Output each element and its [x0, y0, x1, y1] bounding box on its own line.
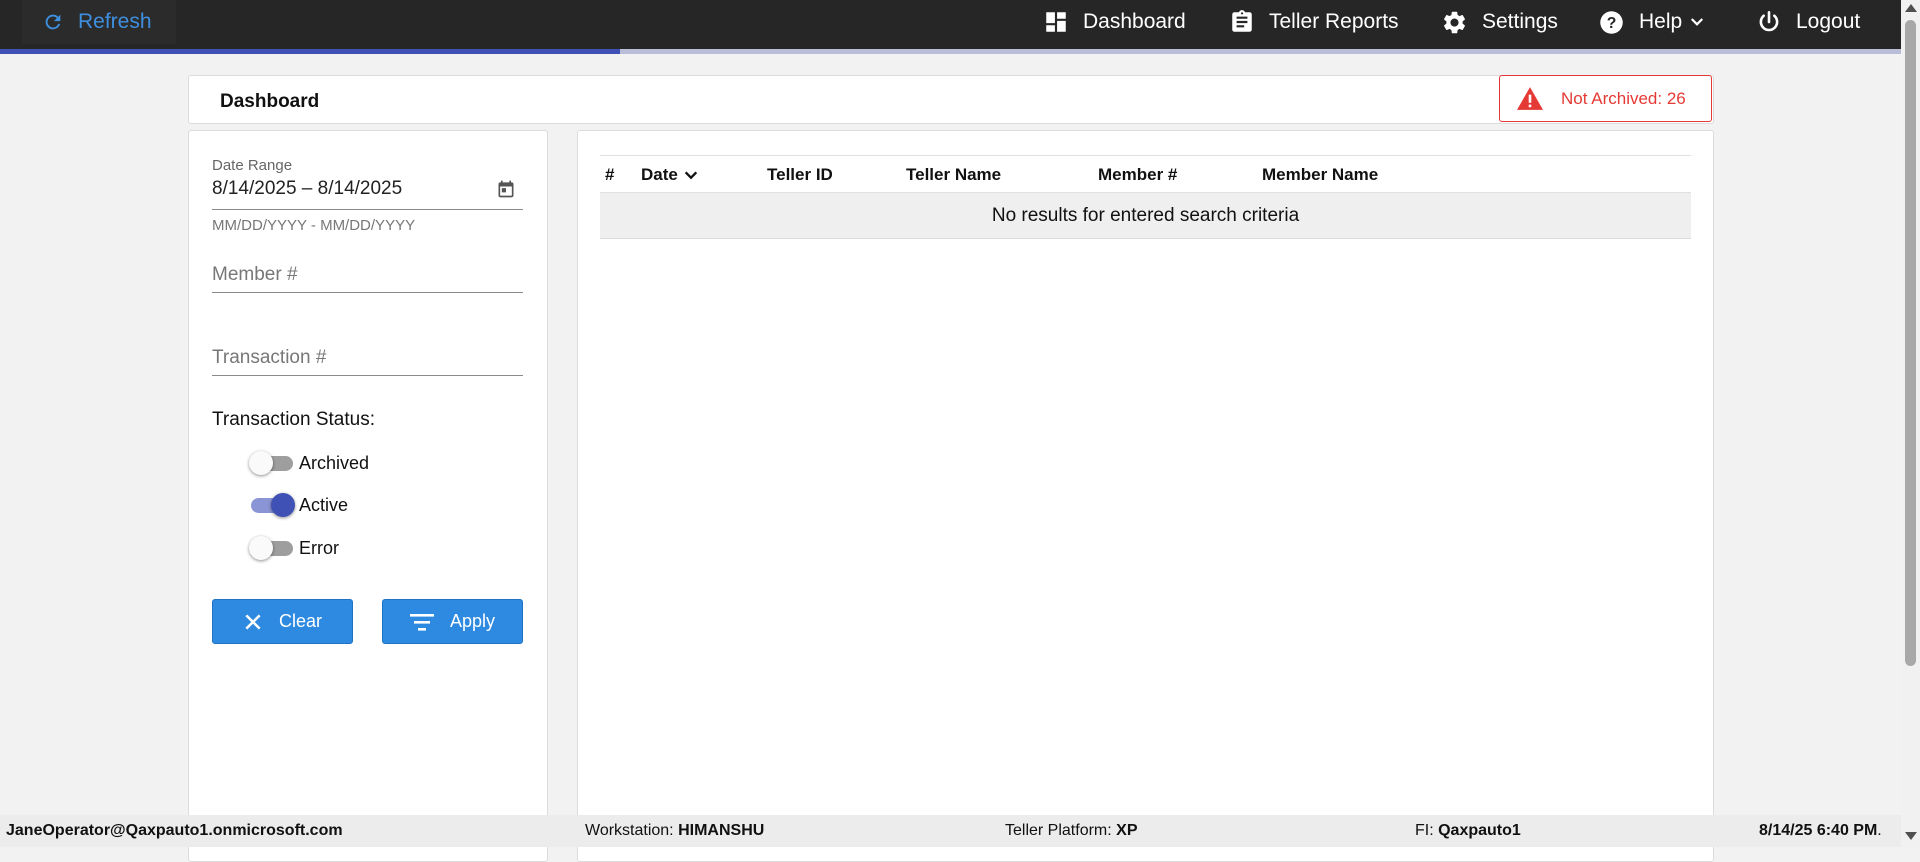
toggle-error-label: Error — [299, 537, 339, 558]
not-archived-alert[interactable]: Not Archived: 26 — [1499, 75, 1712, 122]
dashboard-icon — [1046, 12, 1066, 32]
results-panel: # Date Teller ID Teller Name Member # Me… — [577, 130, 1714, 862]
toggle-archived-label: Archived — [299, 452, 370, 473]
column-header-date-label: Date — [641, 165, 678, 184]
toggle-active-label: Active — [299, 494, 349, 515]
footer-fi-label: FI: — [1415, 822, 1439, 839]
transaction-number-input[interactable] — [212, 343, 523, 373]
toggle-switch[interactable] — [249, 450, 295, 476]
nav-help-label: Help — [1639, 10, 1683, 33]
footer-platform: Teller Platform: XP — [1005, 822, 1137, 840]
date-range-input[interactable]: 8/14/2025 – 8/14/2025 — [212, 178, 402, 200]
page-header: Dashboard — [188, 75, 1714, 124]
refresh-icon — [45, 14, 61, 30]
scrollbar-thumb[interactable] — [1905, 20, 1916, 666]
help-icon: ? — [1600, 10, 1623, 34]
toggle-error[interactable]: Error — [249, 535, 339, 561]
apply-button[interactable]: Apply — [382, 599, 523, 644]
clear-button-label: Clear — [278, 611, 322, 631]
loading-progress-fill — [0, 49, 620, 54]
column-header-number[interactable]: # — [605, 165, 614, 185]
filter-icon — [409, 613, 434, 631]
page-scrollbar[interactable] — [1901, 0, 1920, 847]
toggle-switch[interactable] — [249, 535, 295, 561]
footer-datetime-value: 8/14/25 6:40 PM — [1759, 822, 1878, 839]
toggle-switch[interactable] — [249, 492, 295, 518]
refresh-button[interactable]: Refresh — [22, 0, 176, 44]
clipboard-icon — [1232, 10, 1252, 32]
nav-dashboard[interactable]: Dashboard — [1043, 0, 1186, 44]
nav-settings[interactable]: Settings — [1441, 0, 1558, 44]
empty-results-row: No results for entered search criteria — [600, 193, 1691, 239]
calendar-icon[interactable] — [496, 179, 516, 199]
close-icon — [245, 613, 261, 630]
footer-platform-label: Teller Platform: — [1005, 822, 1117, 839]
nav-help[interactable]: ? Help — [1598, 0, 1706, 44]
loading-progress-bar — [0, 49, 1901, 54]
power-icon — [1759, 10, 1779, 32]
chevron-down-icon — [1691, 18, 1704, 26]
top-nav-bar: Refresh Dashboard Teller Reports Setting… — [0, 0, 1901, 50]
footer-fi-value: Qaxpauto1 — [1438, 822, 1521, 839]
footer-platform-value: XP — [1116, 822, 1138, 839]
date-format-hint: MM/DD/YYYY - MM/DD/YYYY — [212, 217, 416, 234]
nav-teller-reports-label: Teller Reports — [1269, 10, 1399, 33]
nav-settings-label: Settings — [1482, 10, 1558, 33]
date-range-underline — [212, 209, 523, 210]
refresh-label: Refresh — [78, 10, 152, 33]
page-title: Dashboard — [220, 91, 320, 112]
nav-dashboard-label: Dashboard — [1083, 10, 1186, 33]
footer-datetime: 8/14/25 6:40 PM. — [1759, 822, 1882, 840]
footer-fi: FI: Qaxpauto1 — [1415, 822, 1521, 840]
scroll-down-arrow-icon[interactable] — [1905, 832, 1917, 840]
apply-button-label: Apply — [449, 611, 496, 631]
table-header-row: # Date Teller ID Teller Name Member # Me… — [600, 155, 1691, 193]
column-header-teller-id[interactable]: Teller ID — [767, 165, 833, 185]
nav-logout-label: Logout — [1796, 10, 1861, 33]
column-header-member-number[interactable]: Member # — [1098, 165, 1177, 185]
column-header-date[interactable]: Date — [641, 165, 699, 185]
transaction-status-label: Transaction Status: — [212, 409, 375, 430]
date-range-label: Date Range — [212, 157, 293, 174]
member-number-underline — [212, 292, 523, 293]
sort-descending-icon — [684, 171, 698, 180]
nav-teller-reports[interactable]: Teller Reports — [1229, 0, 1399, 44]
footer-user: JaneOperator@Qaxpauto1.onmicrosoft.com — [6, 822, 343, 839]
results-table: # Date Teller ID Teller Name Member # Me… — [600, 155, 1691, 239]
toggle-archived[interactable]: Archived — [249, 450, 369, 476]
gear-icon — [1443, 11, 1466, 33]
status-footer: JaneOperator@Qaxpauto1.onmicrosoft.com W… — [0, 815, 1901, 847]
footer-workstation-label: Workstation: — [585, 822, 679, 839]
toggle-active[interactable]: Active — [249, 492, 348, 518]
member-number-input[interactable] — [212, 260, 523, 290]
footer-datetime-suffix: . — [1877, 822, 1882, 839]
nav-logout[interactable]: Logout — [1756, 0, 1860, 44]
column-header-teller-name[interactable]: Teller Name — [906, 165, 1001, 185]
transaction-number-underline — [212, 375, 523, 376]
scroll-up-arrow-icon[interactable] — [1905, 4, 1917, 12]
filter-panel: Date Range 8/14/2025 – 8/14/2025 MM/DD/Y… — [188, 130, 548, 862]
column-header-member-name[interactable]: Member Name — [1262, 165, 1378, 185]
not-archived-count: Not Archived: 26 — [1561, 88, 1686, 108]
footer-workstation: Workstation: HIMANSHU — [585, 822, 764, 840]
svg-text:?: ? — [1607, 15, 1617, 32]
clear-button[interactable]: Clear — [212, 599, 353, 644]
warning-icon — [1517, 86, 1543, 110]
footer-workstation-value: HIMANSHU — [678, 822, 765, 839]
